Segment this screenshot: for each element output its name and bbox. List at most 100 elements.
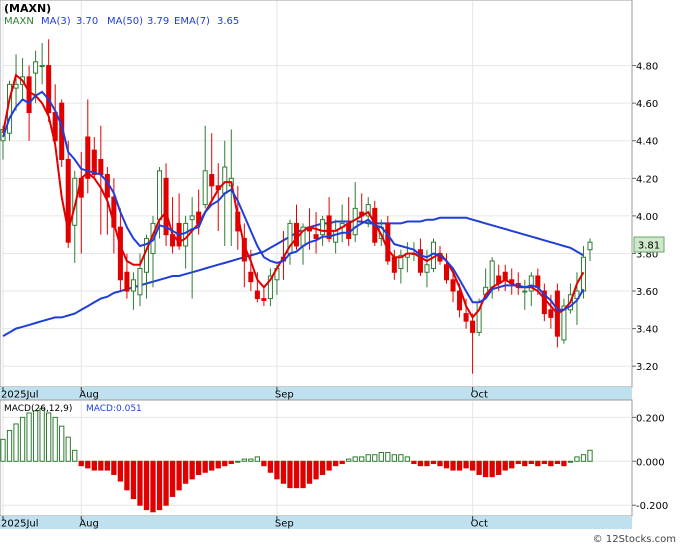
price-x-label: 2025Jul	[1, 390, 39, 401]
macd-bar	[398, 454, 404, 462]
chart-svg: 4.804.604.404.204.003.803.603.403.20 (MA…	[0, 0, 676, 545]
macd-bar	[137, 460, 143, 506]
legend-ma50-value: 3.79	[147, 16, 169, 27]
macd-bar	[482, 460, 489, 478]
macd-bar	[509, 460, 515, 469]
candle-body	[248, 271, 254, 283]
macd-bar	[306, 460, 313, 484]
price-tick-label: 4.00	[636, 212, 658, 223]
macd-bar	[391, 454, 397, 462]
candle-body	[183, 222, 189, 247]
macd-bar	[411, 460, 417, 464]
legend-ma3-label: MA(3)	[41, 16, 71, 27]
macd-bar	[189, 460, 195, 480]
price-tick-label: 4.20	[636, 174, 658, 185]
macd-bar	[169, 460, 176, 497]
candle-body	[385, 222, 391, 262]
macd-bar	[46, 412, 52, 462]
macd-y-ticks: 0.200 0.000 -0.200	[632, 413, 668, 512]
last-price-label: 3.81	[638, 241, 660, 252]
macd-bar	[430, 460, 437, 464]
price-x-label: Sep	[275, 390, 294, 401]
macd-bar	[346, 458, 352, 462]
macd-bar	[26, 412, 32, 462]
legend-ma3-value: 3.70	[76, 16, 98, 27]
macd-bar	[91, 460, 97, 471]
candle-body	[13, 83, 19, 89]
macd-bar	[469, 460, 476, 471]
macd-bar	[196, 460, 202, 475]
candle-body	[320, 219, 326, 236]
macd-bar	[280, 460, 287, 484]
macd-bar	[130, 460, 137, 500]
candle-body	[46, 65, 52, 114]
price-tick-label: 3.40	[636, 325, 658, 336]
candle-body	[333, 230, 339, 243]
legend-ma50-label: MA(50)	[107, 16, 143, 27]
candle-body	[189, 215, 195, 221]
price-tick-label: 4.80	[636, 62, 658, 73]
macd-bar	[104, 460, 111, 471]
macd-bar	[52, 416, 58, 462]
macd-bar	[176, 460, 182, 491]
legend-ema7-value: 3.65	[217, 16, 239, 27]
macd-bar	[78, 460, 84, 467]
macd-bar	[215, 460, 221, 469]
macd-bar	[541, 460, 547, 464]
macd-bar	[111, 460, 117, 475]
macd-bar	[143, 460, 150, 511]
macd-bar	[39, 408, 45, 462]
macd-bar	[332, 460, 339, 467]
macd-bar	[85, 460, 91, 469]
candle-body	[124, 271, 130, 292]
macd-bar	[561, 460, 567, 467]
macd-bar	[124, 460, 130, 491]
candle-body	[450, 279, 456, 292]
macd-bar	[326, 460, 332, 471]
macd-tick-label: -0.200	[636, 501, 668, 512]
macd-bar	[254, 456, 261, 462]
price-x-label: Aug	[79, 390, 99, 401]
macd-bar	[417, 460, 424, 467]
candle-body	[202, 170, 208, 206]
macd-bar	[489, 460, 495, 478]
macd-bar	[372, 454, 378, 462]
candle-body	[424, 264, 430, 273]
macd-bar	[228, 460, 234, 464]
price-tick-label: 4.60	[636, 99, 658, 110]
macd-bar	[293, 460, 300, 489]
macd-bar	[580, 454, 587, 462]
macd-bar	[98, 460, 104, 471]
price-tick-label: 4.40	[636, 137, 658, 148]
legend-ticker: MAXN	[4, 16, 34, 27]
chart-stage: 4.80 4.60 4.40 4.20 4.00 3.80 3.60 3.40 3.20 (MA…	[0, 0, 680, 546]
macd-bar	[378, 452, 384, 462]
candle-body	[39, 65, 45, 68]
macd-bar	[515, 460, 521, 464]
candle-body	[33, 61, 39, 74]
macd-tick-label: 0.000	[636, 457, 665, 468]
macd-bar	[476, 460, 482, 475]
macd-bar	[359, 456, 365, 462]
macd-bar	[554, 460, 561, 464]
macd-bar	[502, 460, 508, 471]
macd-bar	[261, 460, 267, 467]
price-x-label: Oct	[471, 390, 488, 401]
candle-body	[502, 271, 508, 281]
price-tick-label: 3.20	[636, 362, 658, 373]
macd-bar	[72, 449, 78, 462]
candle-body	[130, 279, 136, 292]
macd-bar	[287, 460, 293, 489]
macd-bar	[182, 460, 189, 484]
candle-body	[209, 174, 215, 187]
macd-title: MACD(26,12,9)	[4, 404, 72, 414]
macd-value-label: MACD:0.051	[86, 404, 142, 414]
candle-body	[522, 290, 528, 293]
macd-bar	[267, 460, 274, 473]
macd-bar	[150, 460, 156, 513]
macd-bar	[574, 456, 580, 462]
macd-x-label: 2025Jul	[1, 519, 39, 530]
macd-bar	[117, 460, 124, 482]
price-tick-label: 3.60	[636, 287, 658, 298]
macd-bar	[222, 460, 228, 467]
